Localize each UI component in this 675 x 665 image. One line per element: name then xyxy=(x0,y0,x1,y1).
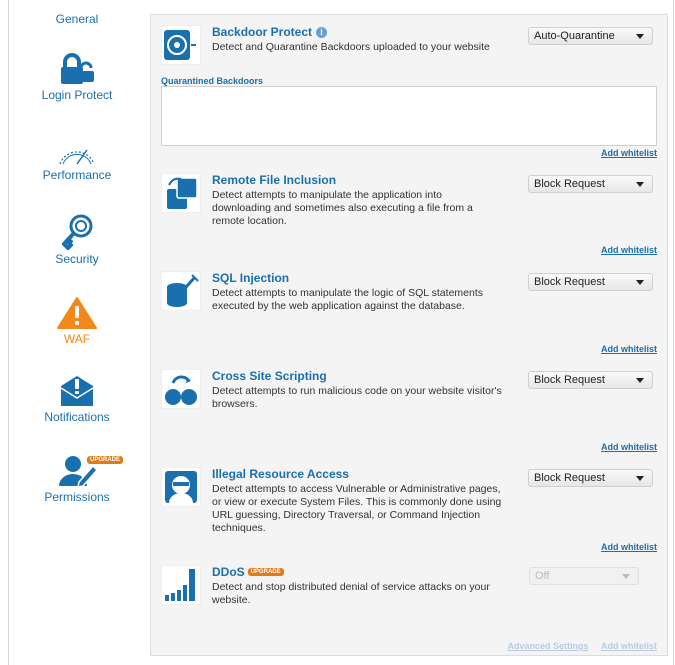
upgrade-badge: UPGRADE xyxy=(87,456,124,464)
select-value: Block Request xyxy=(534,276,605,288)
select-value: Off xyxy=(535,570,550,582)
backdoor-action-select[interactable]: Auto-Quarantine xyxy=(528,27,653,45)
ddos-advanced-settings-link: Advanced Settings xyxy=(507,641,589,651)
ddos-links: Advanced Settings Add whitelist xyxy=(497,641,657,651)
sidebar-item-general[interactable]: General xyxy=(14,12,140,26)
bar-chart-icon xyxy=(161,565,201,605)
masked-hacker-icon xyxy=(161,467,201,507)
sidebar-item-permissions[interactable]: UPGRADE Permissions xyxy=(14,452,140,504)
feature-description: Detect and stop distributed denial of se… xyxy=(212,581,490,606)
remote-file-icon xyxy=(161,173,201,213)
sidebar-item-label: Performance xyxy=(42,168,112,182)
speedometer-icon xyxy=(59,149,95,165)
caret-down-icon xyxy=(636,34,644,39)
rfi-action-select[interactable]: Block Request xyxy=(528,175,653,193)
ira-add-whitelist-link[interactable]: Add whitelist xyxy=(601,542,657,552)
notification-icon xyxy=(60,376,94,406)
feature-illegal-resource-access: Illegal Resource Access Detect attempts … xyxy=(161,467,661,547)
sqli-action-select[interactable]: Block Request xyxy=(528,273,653,291)
sidebar-item-performance[interactable]: Performance xyxy=(14,136,140,182)
sqli-add-whitelist-link[interactable]: Add whitelist xyxy=(601,344,657,354)
key-icon xyxy=(62,214,93,250)
sidebar-item-notifications[interactable]: Notifications xyxy=(14,374,140,424)
sidebar-item-label: WAF xyxy=(63,332,91,346)
ddos-action-select: Off xyxy=(529,567,639,585)
sidebar: General Login Protect Performance Securi… xyxy=(14,0,140,520)
xss-add-whitelist-link[interactable]: Add whitelist xyxy=(601,442,657,452)
sidebar-item-label: Security xyxy=(55,252,99,266)
sidebar-item-login-protect[interactable]: Login Protect xyxy=(14,52,140,102)
feature-description: Detect attempts to manipulate the applic… xyxy=(212,189,473,227)
waf-settings-panel: Backdoor Protect i Detect and Quarantine … xyxy=(150,14,668,656)
feature-description: Detect attempts to manipulate the logic … xyxy=(212,287,484,312)
upgrade-badge: UPGRADE xyxy=(247,568,284,576)
feature-title: Backdoor Protect i xyxy=(212,25,328,39)
sidebar-item-waf[interactable]: WAF xyxy=(14,296,140,346)
feature-description: Detect attempts to run malicious code on… xyxy=(212,385,502,410)
select-value: Block Request xyxy=(534,374,605,386)
caret-down-icon xyxy=(636,280,644,285)
rfi-add-whitelist-link[interactable]: Add whitelist xyxy=(601,245,657,255)
sidebar-item-label: Notifications xyxy=(44,410,110,424)
cross-site-scripting-icon xyxy=(161,369,201,409)
quarantined-backdoors-list[interactable] xyxy=(161,86,657,146)
biohazard-icon xyxy=(161,25,201,65)
backdoor-add-whitelist-link[interactable]: Add whitelist xyxy=(601,148,657,158)
sidebar-item-label: General xyxy=(55,12,99,26)
feature-description: Detect attempts to access Vulnerable or … xyxy=(212,483,502,534)
feature-ddos: DDoS UPGRADE Detect and stop distributed … xyxy=(161,565,661,625)
feature-cross-site-scripting: Cross Site Scripting Detect attempts to … xyxy=(161,369,661,429)
feature-title: SQL Injection xyxy=(212,271,290,285)
feature-title: Illegal Resource Access xyxy=(212,467,349,481)
lock-icon xyxy=(61,53,94,84)
feature-remote-file-inclusion: Remote File Inclusion Detect attempts to… xyxy=(161,173,661,233)
warning-triangle-icon xyxy=(57,297,97,329)
ddos-add-whitelist-link: Add whitelist xyxy=(601,641,657,651)
feature-title: Cross Site Scripting xyxy=(212,369,327,383)
select-value: Block Request xyxy=(534,472,605,484)
caret-down-icon xyxy=(636,182,644,187)
caret-down-icon xyxy=(636,378,644,383)
select-value: Block Request xyxy=(534,178,605,190)
caret-down-icon xyxy=(636,476,644,481)
xss-action-select[interactable]: Block Request xyxy=(528,371,653,389)
sidebar-item-label: Permissions xyxy=(44,490,110,504)
select-value: Auto-Quarantine xyxy=(534,30,615,42)
caret-down-icon xyxy=(622,574,630,579)
feature-title: DDoS UPGRADE xyxy=(212,565,284,579)
sidebar-item-label: Login Protect xyxy=(41,88,113,102)
quarantined-backdoors-label: Quarantined Backdoors xyxy=(161,76,264,86)
feature-sql-injection: SQL Injection Detect attempts to manipul… xyxy=(161,271,661,331)
database-syringe-icon xyxy=(161,271,201,311)
sidebar-item-security[interactable]: Security xyxy=(14,214,140,266)
ira-action-select[interactable]: Block Request xyxy=(528,469,653,487)
feature-title: Remote File Inclusion xyxy=(212,173,337,187)
info-icon[interactable]: i xyxy=(316,27,328,38)
feature-description: Detect and Quarantine Backdoors uploaded… xyxy=(212,41,490,53)
